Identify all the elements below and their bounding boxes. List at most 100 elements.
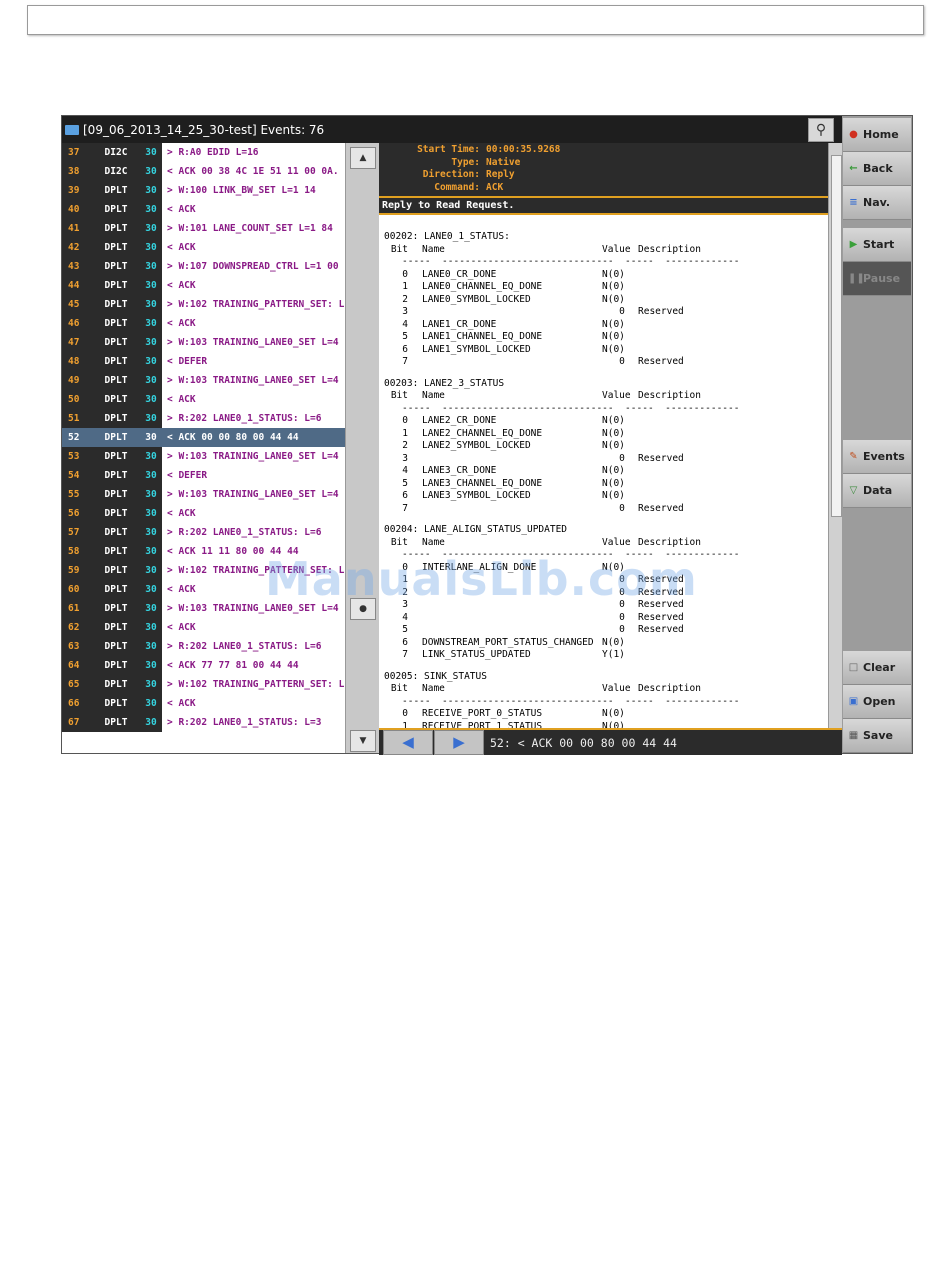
event-row[interactable]: 43 DPLT 30 > W:107 DOWNSPREAD_CTRL L=1 00: [62, 257, 345, 276]
save-button[interactable]: ▦ Save: [843, 719, 911, 753]
header-value: 00:00:35.9268: [486, 144, 561, 155]
home-button[interactable]: ● Home: [843, 118, 911, 152]
scroll-down-icon[interactable]: ▼: [350, 730, 376, 752]
event-description: > W:107 DOWNSPREAD_CTRL L=1 00: [167, 261, 339, 272]
column-header: Bit Name Value Description: [384, 683, 842, 696]
event-description: < ACK: [167, 698, 196, 709]
event-row[interactable]: 51 DPLT 30 > R:202 LANE0_1_STATUS: L=6: [62, 409, 345, 428]
play-icon: ▶: [849, 239, 858, 250]
col-name: Name: [422, 243, 445, 255]
event-row[interactable]: 65 DPLT 30 > W:102 TRAINING_PATTERN_SET: L: [62, 675, 345, 694]
event-row[interactable]: 57 DPLT 30 > R:202 LANE0_1_STATUS: L=6: [62, 523, 345, 542]
back-arrow-icon: ←: [849, 163, 858, 174]
nav-button[interactable]: ≡ Nav.: [843, 186, 911, 220]
header-key: Type:: [451, 156, 480, 168]
event-number: 38: [62, 162, 92, 181]
next-event-button[interactable]: ▶: [434, 730, 484, 755]
event-row[interactable]: 39 DPLT 30 > W:100 LINK_BW_SET L=1 14: [62, 181, 345, 200]
event-channel: 30: [140, 637, 162, 656]
bit-value: 0: [602, 611, 625, 623]
bit-value: N(0): [602, 343, 625, 355]
event-row[interactable]: 38 DI2C 30 < ACK 00 38 4C 1E 51 11 00 0A.: [62, 162, 345, 181]
event-row[interactable]: 46 DPLT 30 < ACK: [62, 314, 345, 333]
event-channel: 30: [140, 143, 162, 162]
bit-number: 3: [402, 306, 408, 317]
event-row[interactable]: 45 DPLT 30 > W:102 TRAINING_PATTERN_SET: L: [62, 295, 345, 314]
event-row[interactable]: 55 DPLT 30 > W:103 TRAINING_LANE0_SET L=4: [62, 485, 345, 504]
window-title: [09_06_2013_14_25_30-test] Events: 76: [83, 122, 325, 137]
event-row[interactable]: 67 DPLT 30 > R:202 LANE0_1_STATUS: L=3: [62, 713, 345, 732]
detail-scroll-thumb[interactable]: [831, 155, 842, 517]
event-row[interactable]: 66 DPLT 30 < ACK: [62, 694, 345, 713]
event-row[interactable]: 40 DPLT 30 < ACK: [62, 200, 345, 219]
page-header-box: [27, 5, 924, 35]
bit-value: N(0): [602, 708, 625, 719]
event-row[interactable]: 53 DPLT 30 > W:103 TRAINING_LANE0_SET L=4: [62, 447, 345, 466]
open-button[interactable]: ▣ Open: [843, 685, 911, 719]
bit-desc: [638, 490, 728, 503]
event-type: DPLT: [92, 599, 140, 618]
bit-desc: [638, 344, 728, 357]
event-row[interactable]: 44 DPLT 30 < ACK: [62, 276, 345, 295]
event-description: < ACK: [167, 318, 196, 329]
clear-button[interactable]: □ Clear: [843, 651, 911, 685]
bit-desc: Reserved: [638, 502, 684, 514]
bit-name: [422, 356, 602, 369]
event-list-scrollbar[interactable]: ▲ ● ▼: [345, 143, 380, 753]
bit-row: 0 RECEIVE_PORT_0_STATUS N(0): [384, 708, 842, 721]
event-row[interactable]: 64 DPLT 30 < ACK 77 77 81 00 44 44: [62, 656, 345, 675]
bit-number: 5: [402, 624, 408, 635]
event-row[interactable]: 63 DPLT 30 > R:202 LANE0_1_STATUS: L=6: [62, 637, 345, 656]
data-button[interactable]: ▽ Data: [843, 474, 911, 508]
event-type: DPLT: [92, 257, 140, 276]
event-type: DPLT: [92, 675, 140, 694]
event-type: DPLT: [92, 219, 140, 238]
bit-name: LANE0_CHANNEL_EQ_DONE: [422, 281, 543, 292]
event-type: DPLT: [92, 542, 140, 561]
event-row[interactable]: 50 DPLT 30 < ACK: [62, 390, 345, 409]
event-row[interactable]: 41 DPLT 30 > W:101 LANE_COUNT_SET L=1 84: [62, 219, 345, 238]
events-button[interactable]: ✎ Events: [843, 440, 911, 474]
event-row[interactable]: 54 DPLT 30 < DEFER: [62, 466, 345, 485]
bit-desc: [638, 649, 728, 662]
back-button[interactable]: ← Back: [843, 152, 911, 186]
event-number: 53: [62, 447, 92, 466]
event-number: 52: [62, 428, 92, 447]
bit-number: 0: [402, 708, 408, 719]
event-row[interactable]: 37 DI2C 30 > R:A0 EDID L=16: [62, 143, 345, 162]
bit-number: 4: [402, 611, 408, 623]
bit-row: 7 0 Reserved: [384, 356, 842, 369]
event-type: DPLT: [92, 295, 140, 314]
event-row[interactable]: 42 DPLT 30 < ACK: [62, 238, 345, 257]
clear-icon: □: [848, 662, 859, 673]
bit-number: 1: [402, 281, 408, 292]
event-channel: 30: [140, 694, 162, 713]
event-type: DPLT: [92, 504, 140, 523]
bit-desc: [638, 708, 728, 721]
event-row[interactable]: 52 DPLT 30 < ACK 00 00 80 00 44 44: [62, 428, 345, 447]
event-row[interactable]: 47 DPLT 30 > W:103 TRAINING_LANE0_SET L=4: [62, 333, 345, 352]
bit-name: LANE0_SYMBOL_LOCKED: [422, 293, 531, 305]
event-type: DPLT: [92, 485, 140, 504]
search-icon[interactable]: ⚲: [808, 118, 834, 142]
bit-desc: [638, 440, 728, 453]
prev-event-button[interactable]: ◀: [383, 730, 433, 755]
event-list[interactable]: 37 DI2C 30 > R:A0 EDID L=16 38 DI2C 30 < ACK 00…: [62, 143, 345, 734]
start-button[interactable]: ▶ Start: [843, 228, 911, 262]
detail-scrollbar[interactable]: [828, 143, 843, 728]
scroll-up-icon[interactable]: ▲: [350, 147, 376, 169]
bit-value: N(0): [602, 281, 625, 292]
bit-row: 1 RECEIVE_PORT_1_STATUS N(0): [384, 721, 842, 729]
event-row[interactable]: 49 DPLT 30 > W:103 TRAINING_LANE0_SET L=4: [62, 371, 345, 390]
bit-name: LANE3_CR_DONE: [422, 465, 497, 476]
event-row[interactable]: 48 DPLT 30 < DEFER: [62, 352, 345, 371]
event-description: < ACK 00 38 4C 1E 51 11 00 0A.: [167, 166, 339, 177]
event-row[interactable]: 56 DPLT 30 < ACK: [62, 504, 345, 523]
event-channel: 30: [140, 390, 162, 409]
col-bit: Bit: [390, 390, 408, 401]
event-channel: 30: [140, 523, 162, 542]
event-row[interactable]: 62 DPLT 30 < ACK: [62, 618, 345, 637]
pause-button[interactable]: ❚❚ Pause: [843, 262, 911, 296]
reply-summary: Reply to Read Request.: [379, 198, 842, 215]
event-channel: 30: [140, 561, 162, 580]
